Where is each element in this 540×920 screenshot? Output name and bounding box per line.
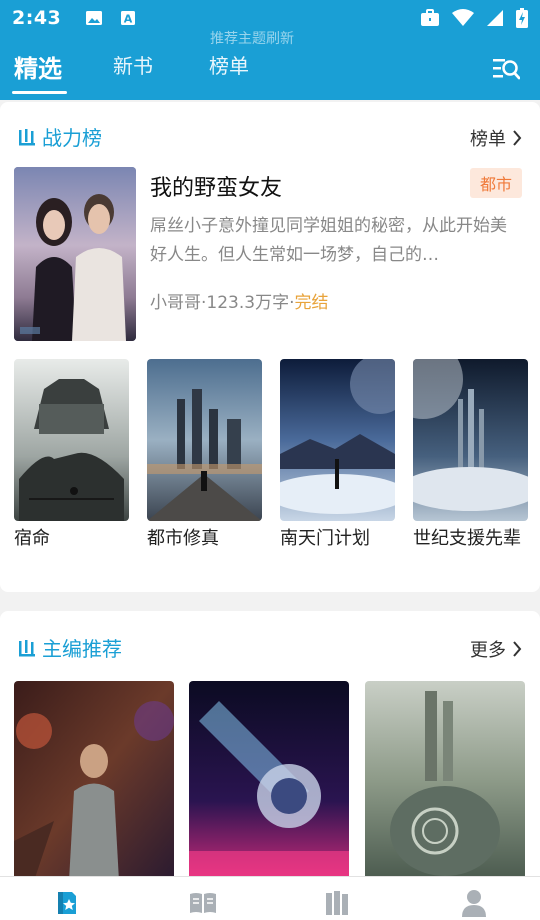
- bottom-nav: [0, 876, 540, 920]
- chevron-right-icon: [512, 641, 522, 657]
- featured-book-title[interactable]: 我的野蛮女友: [150, 170, 282, 202]
- book-title[interactable]: 都市修真: [147, 527, 262, 551]
- status-time: 2:43: [12, 7, 62, 29]
- profile-icon[interactable]: [460, 889, 488, 917]
- editor-recommend-card: 主编推荐 更多: [0, 611, 540, 911]
- book-word-count: 123.3万字: [206, 293, 290, 313]
- editor-section-title: 主编推荐: [18, 633, 122, 662]
- open-book-icon[interactable]: [189, 889, 217, 917]
- book-title[interactable]: 世纪支援先辈: [413, 527, 528, 551]
- section-mark-icon: [18, 638, 36, 658]
- ranking-title-text: 战力榜: [42, 126, 102, 150]
- recommended-book-cover[interactable]: [189, 681, 349, 881]
- book-status: 完结: [294, 293, 329, 313]
- featured-book-description: 屌丝小子意外撞见同学姐姐的秘密，从此开始美好人生。但人生常如一场梦，自己的…: [150, 216, 507, 265]
- recommended-book-cover[interactable]: [365, 681, 525, 881]
- book-author: 小哥哥: [150, 293, 201, 313]
- tab-rankings[interactable]: 榜单: [209, 50, 249, 79]
- genre-tag: 都市: [469, 168, 522, 198]
- svg-text:A: A: [124, 13, 133, 26]
- image-icon: [85, 10, 103, 26]
- book-cover[interactable]: [147, 359, 262, 521]
- section-mark-icon: [18, 127, 36, 147]
- battery-charging-icon: [516, 8, 528, 28]
- tab-new-books[interactable]: 新书: [113, 50, 153, 79]
- ranking-section-title: 战力榜: [18, 122, 102, 151]
- book-title[interactable]: 南天门计划: [280, 527, 395, 551]
- editor-more-label: 更多: [470, 640, 506, 661]
- book-title[interactable]: 宿命: [14, 527, 129, 551]
- book-cover[interactable]: [280, 359, 395, 521]
- featured-book-icon[interactable]: [54, 889, 82, 917]
- book-cover[interactable]: [413, 359, 528, 521]
- search-list-icon[interactable]: [492, 56, 521, 82]
- ranking-book-item[interactable]: 宿命: [14, 359, 129, 551]
- ranking-card: 战力榜 榜单 我的野蛮女友 都市 屌丝小子意外撞见同学姐姐的秘密，从此开始美好人…: [0, 102, 540, 592]
- ranking-book-item[interactable]: 都市修真: [147, 359, 262, 551]
- app-header: 推荐主题刷新 精选 新书 榜单: [0, 31, 540, 100]
- tab-featured[interactable]: 精选: [14, 49, 62, 84]
- rankings-more-label: 榜单: [470, 129, 506, 150]
- recommended-book-cover[interactable]: [14, 681, 174, 881]
- header-ghost-text: 推荐主题刷新: [210, 31, 294, 47]
- ranking-book-item[interactable]: 世纪支援先辈: [413, 359, 528, 551]
- editor-title-text: 主编推荐: [42, 637, 122, 661]
- briefcase-icon: [420, 9, 440, 27]
- featured-book-cover[interactable]: [14, 167, 136, 341]
- chevron-right-icon: [512, 130, 522, 146]
- bookshelf-icon[interactable]: [324, 889, 352, 917]
- editor-more-link[interactable]: 更多: [470, 636, 522, 662]
- ranking-book-item[interactable]: 南天门计划: [280, 359, 395, 551]
- active-tab-indicator: [12, 91, 67, 94]
- text-notification-icon: A: [119, 10, 137, 26]
- featured-book-meta: 小哥哥·123.3万字·完结: [150, 288, 328, 313]
- signal-icon: [486, 9, 504, 27]
- rankings-more-link[interactable]: 榜单: [470, 125, 522, 151]
- book-cover[interactable]: [14, 359, 129, 521]
- wifi-icon: [452, 9, 474, 27]
